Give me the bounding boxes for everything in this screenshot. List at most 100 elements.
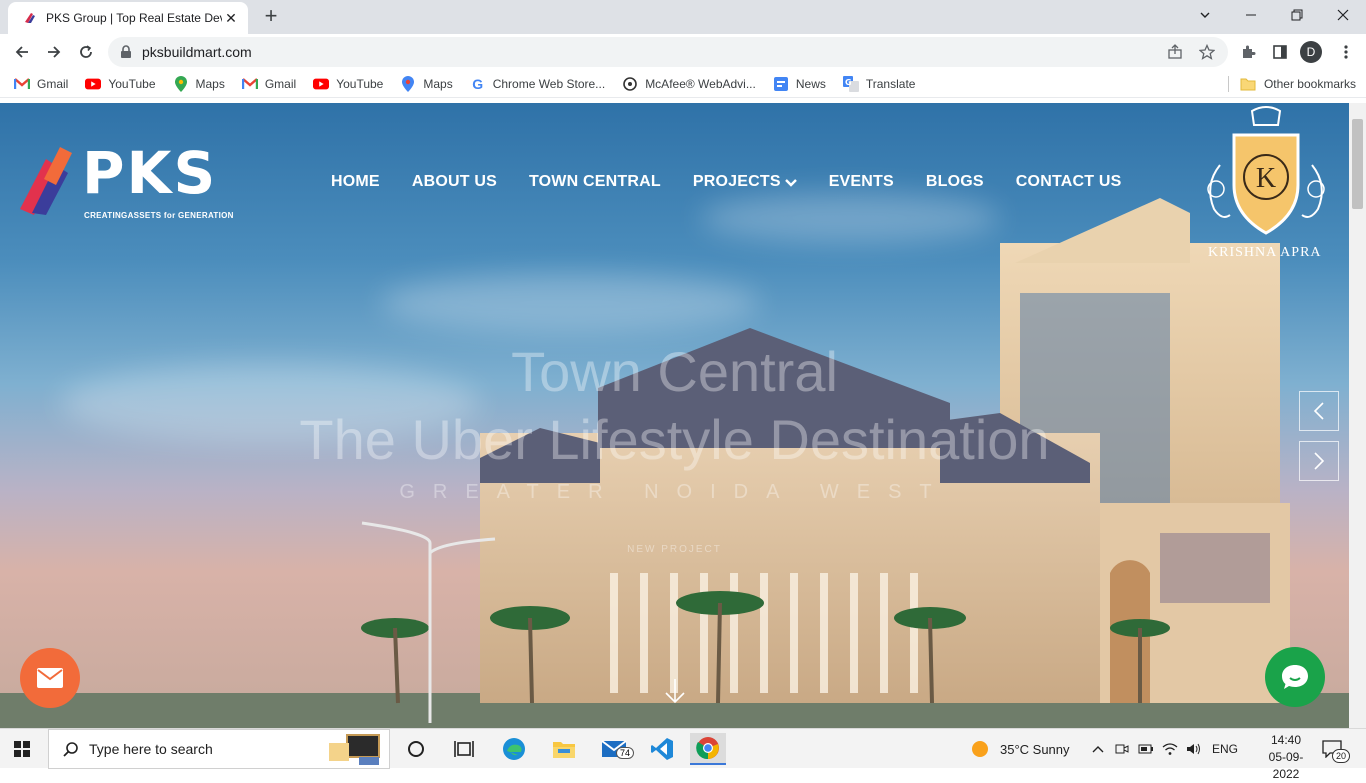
battery-icon[interactable]: [1138, 729, 1154, 769]
envelope-icon: [37, 668, 63, 688]
chevron-left-icon: [1313, 402, 1324, 420]
bookmark-news[interactable]: News: [773, 76, 826, 92]
chrome-taskbar-icon[interactable]: [690, 733, 726, 765]
search-icon: [63, 742, 78, 757]
cortana-icon[interactable]: [398, 733, 434, 765]
tab-search-icon[interactable]: [1182, 0, 1228, 30]
chevron-right-icon: [1314, 452, 1325, 470]
chrome-menu-icon[interactable]: [1332, 38, 1360, 66]
bookmark-maps[interactable]: Maps: [173, 75, 225, 92]
hero-title: Town Central: [511, 340, 838, 403]
email-contact-button[interactable]: [20, 648, 80, 708]
nav-events[interactable]: EVENTS: [829, 173, 894, 191]
wifi-icon[interactable]: [1162, 729, 1178, 769]
scrollbar-thumb[interactable]: [1352, 119, 1363, 209]
mail-app-icon[interactable]: 74: [596, 733, 635, 765]
weather-widget[interactable]: 35°C Sunny: [970, 729, 1070, 769]
file-explorer-icon[interactable]: [546, 733, 582, 765]
taskbar-search-box[interactable]: Type here to search: [48, 729, 390, 769]
news-icon: [773, 76, 789, 92]
language-indicator[interactable]: ENG: [1212, 729, 1238, 769]
back-button[interactable]: [8, 38, 36, 66]
bookmark-label: Gmail: [264, 76, 297, 91]
nav-town-central[interactable]: TOWN CENTRAL: [529, 173, 661, 191]
notification-center-icon[interactable]: 20: [1322, 729, 1351, 769]
profile-avatar[interactable]: D: [1300, 41, 1322, 63]
nav-projects-label: PROJECTS: [692, 173, 781, 190]
bookmark-mcafee[interactable]: McAfee® WebAdvi...: [622, 76, 756, 92]
close-window-button[interactable]: [1320, 0, 1366, 30]
bookmark-gmail[interactable]: Gmail: [14, 76, 68, 92]
back-arrow-icon: [15, 46, 28, 58]
forward-button[interactable]: [40, 38, 68, 66]
tab-close-icon[interactable]: ✕: [222, 10, 240, 27]
nav-about-us[interactable]: ABOUT US: [412, 173, 497, 191]
bookmark-gmail[interactable]: Gmail: [241, 76, 297, 92]
folder-icon: [1240, 78, 1256, 91]
bookmark-maps[interactable]: Maps: [400, 75, 453, 92]
bookmark-label: Translate: [865, 76, 916, 91]
windows-start-button[interactable]: [4, 733, 40, 765]
bookmark-label: YouTube: [336, 76, 384, 91]
hero-tag: NEW PROJECT: [627, 544, 722, 555]
browser-tab[interactable]: PKS Group | Top Real Estate Deve ✕: [8, 2, 248, 34]
meet-now-icon[interactable]: [1115, 729, 1129, 769]
reload-button[interactable]: [72, 38, 100, 66]
address-bar[interactable]: pksbuildmart.com: [108, 37, 1228, 67]
krishna-apra-logo[interactable]: K KRISHNA APRA: [1200, 105, 1332, 265]
nav-blogs[interactable]: BLOGS: [926, 173, 984, 191]
slider-prev-button[interactable]: [1299, 391, 1339, 431]
reload-icon: [80, 45, 92, 58]
hero-subtitle: The Uber Lifestyle Destination: [299, 408, 1050, 471]
bookmark-label: News: [795, 76, 826, 91]
side-panel-icon[interactable]: [1266, 38, 1294, 66]
hero-section: PKS CREATINGASSETS for GENERATION HOME A…: [0, 103, 1349, 728]
crest-icon: K: [1207, 106, 1325, 235]
chat-button[interactable]: [1265, 647, 1325, 707]
pks-logo[interactable]: PKS CREATINGASSETS for GENERATION: [16, 139, 233, 229]
logo-tagline: CREATINGASSETS for GENERATION: [84, 211, 234, 220]
restore-button[interactable]: [1274, 0, 1320, 30]
svg-text:G: G: [845, 78, 852, 87]
chat-bubble-icon: [1282, 665, 1308, 689]
youtube-icon: [313, 76, 330, 92]
volume-icon[interactable]: [1186, 729, 1202, 769]
task-view-icon[interactable]: [446, 733, 482, 765]
bookmark-chrome-web-store[interactable]: G Chrome Web Store...: [470, 75, 605, 92]
svg-text:K: K: [1256, 163, 1276, 194]
page-scrollbar[interactable]: [1349, 103, 1366, 728]
search-highlight-icon: [329, 734, 380, 765]
scroll-down-arrow-icon[interactable]: [664, 677, 686, 712]
pks-logo-mark-icon: [20, 147, 72, 215]
bookmark-youtube[interactable]: YouTube: [85, 76, 156, 92]
translate-icon: G: [842, 75, 859, 92]
nav-contact-us[interactable]: CONTACT US: [1016, 173, 1122, 191]
extensions-icon[interactable]: [1234, 38, 1262, 66]
mcafee-icon: [622, 76, 638, 92]
maps-icon: [400, 75, 416, 92]
notification-badge: 20: [1332, 749, 1351, 763]
new-tab-button[interactable]: +: [258, 4, 284, 30]
url-text: pksbuildmart.com: [142, 44, 252, 60]
lock-icon: [121, 45, 131, 58]
bookmark-label: YouTube: [108, 76, 156, 91]
minimize-button[interactable]: [1228, 0, 1274, 30]
logo-text: PKS: [82, 139, 218, 207]
tab-title: PKS Group | Top Real Estate Deve: [46, 11, 222, 25]
gmail-icon: [241, 76, 258, 92]
nav-projects[interactable]: PROJECTS: [693, 173, 797, 191]
tray-chevron-icon[interactable]: [1092, 729, 1104, 769]
other-bookmarks-folder[interactable]: Other bookmarks: [1240, 70, 1356, 98]
bookmark-youtube[interactable]: YouTube: [313, 76, 383, 92]
bookmark-translate[interactable]: G Translate: [842, 75, 916, 92]
share-icon[interactable]: [1162, 37, 1188, 67]
slider-next-button[interactable]: [1299, 441, 1339, 481]
edge-browser-icon[interactable]: [496, 733, 532, 765]
vscode-icon[interactable]: [644, 733, 680, 765]
bookmark-star-icon[interactable]: [1194, 37, 1220, 67]
maps-icon: [173, 75, 189, 92]
taskbar-clock[interactable]: 14:40 05-09-2022: [1262, 732, 1310, 783]
nav-home[interactable]: HOME: [331, 173, 380, 191]
google-icon: G: [472, 75, 484, 92]
windows-logo-icon: [14, 741, 30, 757]
